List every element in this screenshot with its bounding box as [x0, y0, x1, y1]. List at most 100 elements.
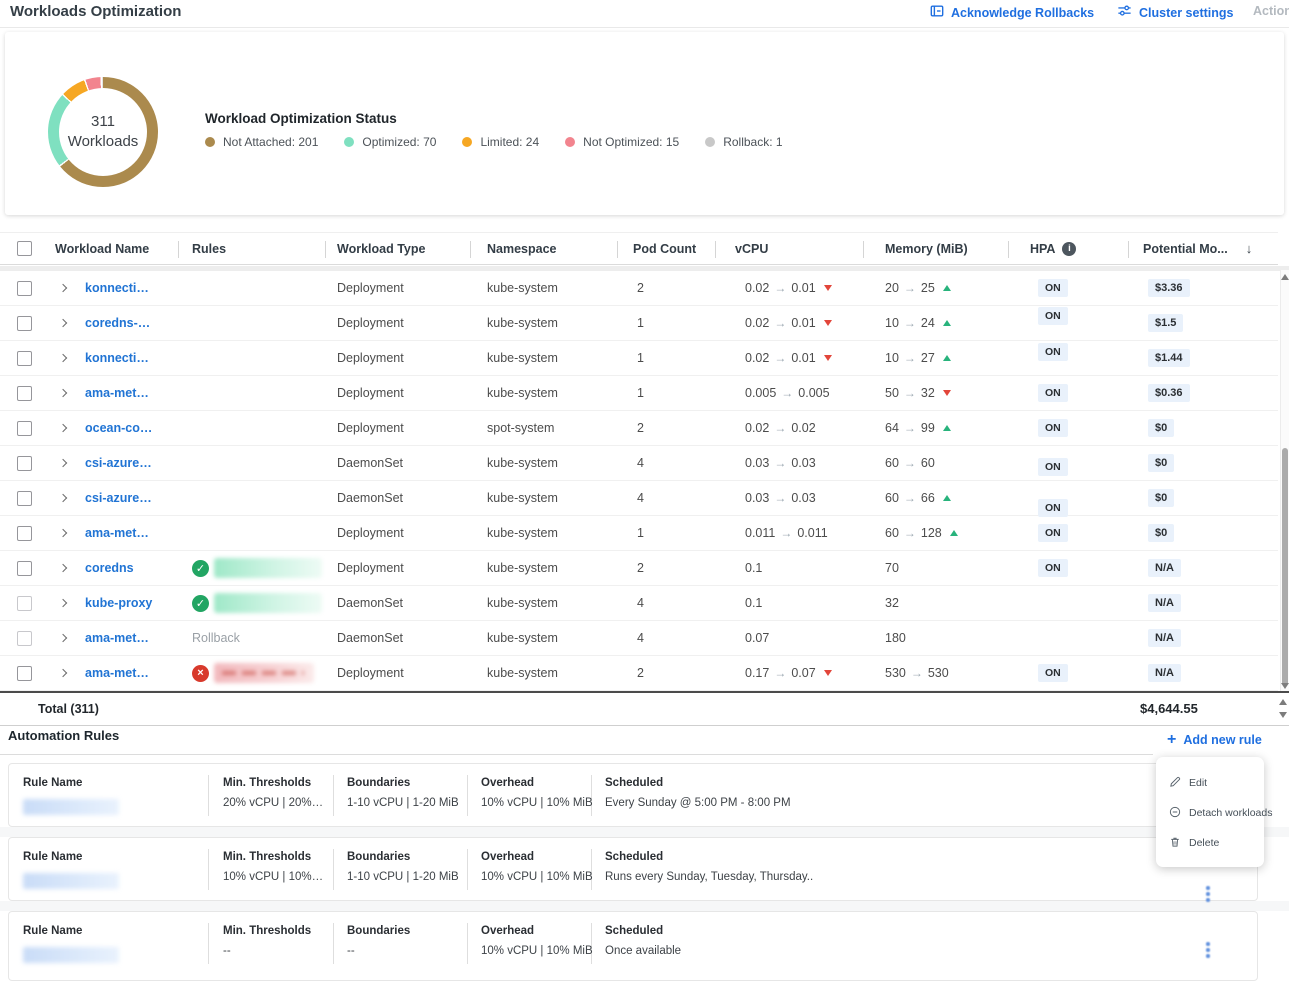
workload-name-link[interactable]: ama-met… [85, 386, 149, 400]
column-header-potential-savings[interactable]: Potential Mo...↓ [1128, 233, 1278, 264]
metric-current-value: 0.1 [745, 561, 762, 575]
workload-name-link[interactable]: csi-azure… [85, 456, 152, 470]
legend-title: Workload Optimization Status [205, 111, 397, 126]
workload-name-link[interactable]: ama-met… [85, 631, 149, 645]
row-checkbox[interactable] [17, 281, 32, 296]
potential-savings-badge: N/A [1148, 664, 1181, 682]
workload-name-link[interactable]: coredns-… [85, 316, 150, 330]
rule-status: ✓ [192, 558, 322, 578]
expand-chevron-icon[interactable] [59, 599, 67, 607]
column-header-workload-type[interactable]: Workload Type [325, 233, 470, 264]
row-checkbox[interactable] [17, 421, 32, 436]
status-legend: Not Attached: 201Optimized: 70Limited: 2… [205, 135, 783, 149]
pod-count-value: 1 [637, 351, 644, 365]
expand-chevron-icon[interactable] [59, 564, 67, 572]
metric-recommended-value: 32 [921, 386, 935, 400]
pod-count-value: 2 [637, 421, 644, 435]
expand-chevron-icon[interactable] [59, 389, 67, 397]
expand-chevron-icon[interactable] [59, 494, 67, 502]
column-header-label: Memory (MiB) [885, 242, 968, 256]
workload-type-value: Deployment [337, 526, 404, 540]
row-checkbox[interactable] [17, 491, 32, 506]
rule-column-divider [333, 849, 334, 890]
table-row: ocean-co…Deploymentspot-system20.02→0.02… [0, 411, 1278, 446]
expand-chevron-icon[interactable] [59, 319, 67, 327]
workload-name-link[interactable]: konnecti… [85, 281, 149, 295]
pod-count-value: 4 [637, 491, 644, 505]
rule-name-redacted-bar [214, 558, 322, 578]
column-header-hpa[interactable]: HPAi [1008, 233, 1128, 264]
namespace-value: spot-system [487, 421, 554, 435]
rule-column-divider [591, 775, 592, 816]
automation-rule-row: Rule NameMin. Thresholds20% vCPU | 20%…B… [8, 763, 1258, 827]
cluster-settings-button[interactable]: Cluster settings [1117, 4, 1233, 21]
row-checkbox[interactable] [17, 631, 32, 646]
row-checkbox[interactable] [17, 316, 32, 331]
row-checkbox[interactable] [17, 526, 32, 541]
row-checkbox[interactable] [17, 596, 32, 611]
expand-chevron-icon[interactable] [59, 354, 67, 362]
select-all-checkbox[interactable] [17, 241, 32, 256]
row-checkbox[interactable] [17, 351, 32, 366]
row-checkbox[interactable] [17, 666, 32, 681]
column-header-memory[interactable]: Memory (MiB) [863, 233, 1008, 264]
row-checkbox[interactable] [17, 561, 32, 576]
workload-name-link[interactable]: csi-azure… [85, 491, 152, 505]
row-checkbox[interactable] [17, 386, 32, 401]
workload-name-link[interactable]: ama-met… [85, 666, 149, 680]
column-header-rules[interactable]: Rules [178, 233, 325, 264]
hpa-info-icon[interactable]: i [1062, 242, 1076, 256]
menu-item-edit[interactable]: Edit [1156, 768, 1264, 798]
overhead-label: Overhead [481, 777, 534, 789]
workload-name-link[interactable]: ama-met… [85, 526, 149, 540]
metric-recommended-value: 25 [921, 281, 935, 295]
memory-metric: 60→128 [885, 526, 958, 540]
metric-current-value: 0.02 [745, 351, 769, 365]
legend-item: Rollback: 1 [705, 135, 782, 149]
min-thresholds-value: -- [223, 945, 231, 957]
scheduled-value: Once available [605, 945, 681, 957]
actions-button[interactable]: Action [1253, 4, 1289, 18]
row-checkbox[interactable] [17, 456, 32, 471]
workload-name-link[interactable]: kube-proxy [85, 596, 152, 610]
rule-kebab-menu-icon[interactable] [1203, 939, 1213, 961]
pencil-icon [1169, 776, 1181, 791]
lower-scrollbar-up-arrow[interactable] [1279, 699, 1287, 705]
metric-recommended-value: 27 [921, 351, 935, 365]
expand-chevron-icon[interactable] [59, 634, 67, 642]
expand-chevron-icon[interactable] [59, 459, 67, 467]
rule-success-icon: ✓ [192, 560, 209, 577]
metric-current-value: 0.005 [745, 386, 776, 400]
vcpu-metric: 0.02→0.01 [745, 281, 832, 295]
legend-label: Optimized: 70 [362, 135, 436, 149]
menu-item-detach-workloads[interactable]: Detach workloads [1156, 798, 1264, 828]
rule-kebab-menu-icon[interactable] [1203, 883, 1213, 905]
expand-chevron-icon[interactable] [59, 284, 67, 292]
expand-chevron-icon[interactable] [59, 669, 67, 677]
workload-name-link[interactable]: ocean-co… [85, 421, 152, 435]
trend-up-icon [943, 355, 951, 361]
lower-scrollbar-down-arrow[interactable] [1279, 712, 1287, 718]
scrollbar-up-arrow[interactable] [1281, 274, 1289, 280]
column-header-vcpu[interactable]: vCPU [715, 233, 863, 264]
expand-chevron-icon[interactable] [59, 529, 67, 537]
arrow-right-icon: → [904, 456, 916, 470]
column-header-namespace[interactable]: Namespace [470, 233, 617, 264]
workload-name-link[interactable]: coredns [85, 561, 134, 575]
menu-item-delete[interactable]: Delete [1156, 828, 1264, 858]
acknowledge-rollbacks-button[interactable]: Acknowledge Rollbacks [930, 4, 1094, 21]
namespace-value: kube-system [487, 386, 558, 400]
column-header-pod-count[interactable]: Pod Count [617, 233, 715, 264]
memory-metric: 530→530 [885, 666, 949, 680]
column-header-workload-name[interactable]: Workload Name [48, 233, 178, 264]
scrollbar-down-arrow[interactable] [1281, 683, 1289, 689]
arrow-right-icon: → [774, 456, 786, 470]
metric-current-value: 64 [885, 421, 899, 435]
table-scrollbar-thumb[interactable] [1282, 448, 1288, 686]
expand-chevron-icon[interactable] [59, 424, 67, 432]
sort-descending-icon[interactable]: ↓ [1246, 241, 1253, 256]
workload-name-link[interactable]: konnecti… [85, 351, 149, 365]
total-potential-value: $4,644.55 [1140, 701, 1198, 716]
add-new-rule-button[interactable]: + Add new rule [1167, 733, 1262, 747]
trend-down-icon [824, 670, 832, 676]
